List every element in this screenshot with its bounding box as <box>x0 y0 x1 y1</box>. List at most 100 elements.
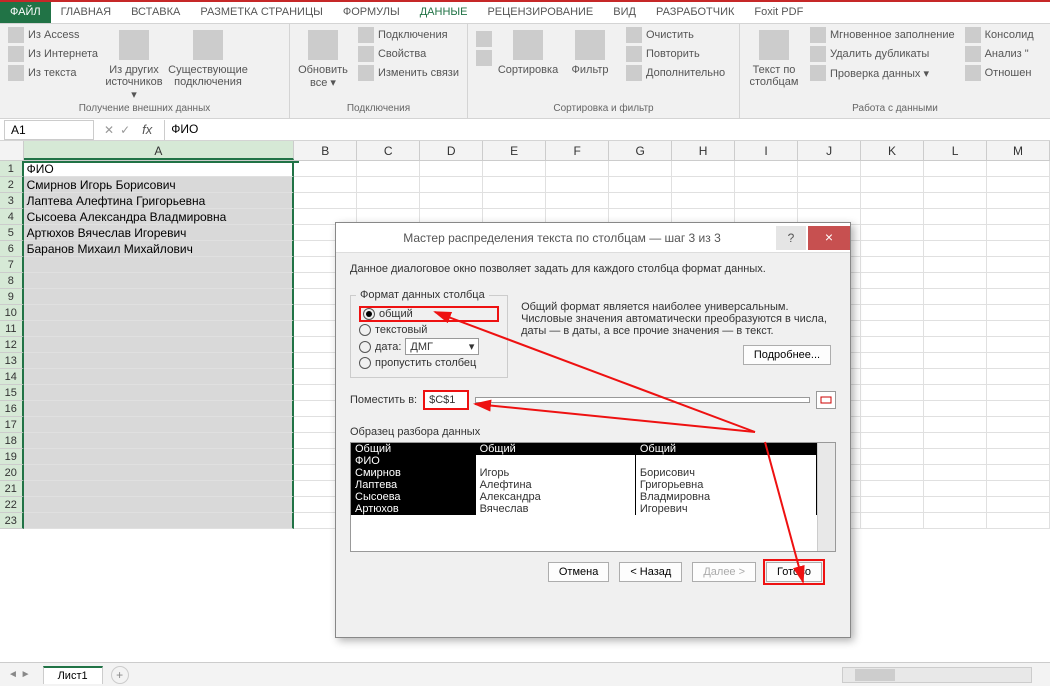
cell[interactable] <box>798 193 861 209</box>
relationships[interactable]: Отношен <box>963 64 1036 82</box>
scroll-thumb[interactable] <box>855 669 895 681</box>
properties[interactable]: Свойства <box>356 45 461 63</box>
cell[interactable] <box>987 513 1050 529</box>
cell[interactable] <box>672 193 735 209</box>
cell[interactable] <box>924 241 987 257</box>
cancel-button[interactable]: Отмена <box>548 562 609 582</box>
row-header[interactable]: 9 <box>0 289 24 305</box>
col-header[interactable]: L <box>924 141 987 160</box>
cell[interactable] <box>987 401 1050 417</box>
radio-skip[interactable]: пропустить столбец <box>359 357 499 369</box>
cell[interactable] <box>24 353 294 369</box>
cell[interactable] <box>24 465 294 481</box>
row-header[interactable]: 5 <box>0 225 24 241</box>
cell[interactable] <box>609 177 672 193</box>
cell[interactable] <box>924 321 987 337</box>
cell[interactable] <box>861 353 924 369</box>
cell[interactable]: Смирнов Игорь Борисович <box>24 177 294 193</box>
edit-links[interactable]: Изменить связи <box>356 64 461 82</box>
cell[interactable] <box>861 209 924 225</box>
cell[interactable] <box>924 401 987 417</box>
cell[interactable] <box>987 449 1050 465</box>
data-validation[interactable]: Проверка данных ▾ <box>808 64 957 82</box>
cell[interactable] <box>861 401 924 417</box>
help-button[interactable]: ? <box>776 226 806 250</box>
col-header[interactable]: J <box>798 141 861 160</box>
cell[interactable] <box>24 257 294 273</box>
row-header[interactable]: 13 <box>0 353 24 369</box>
cell[interactable] <box>987 433 1050 449</box>
cell[interactable] <box>861 241 924 257</box>
cell[interactable] <box>798 161 861 177</box>
row-header[interactable]: 14 <box>0 369 24 385</box>
cell[interactable] <box>24 449 294 465</box>
col-header[interactable]: B <box>294 141 357 160</box>
cell[interactable] <box>357 177 420 193</box>
cell[interactable] <box>546 161 609 177</box>
from-access[interactable]: Из Access <box>6 26 100 44</box>
cell[interactable] <box>357 193 420 209</box>
cell[interactable] <box>861 225 924 241</box>
preview-grid[interactable]: ОбщийОбщийОбщийФИОСмирновИгорьБорисовичЛ… <box>351 443 817 551</box>
cell[interactable] <box>987 305 1050 321</box>
row-header[interactable]: 19 <box>0 449 24 465</box>
whatif[interactable]: Анализ " <box>963 45 1036 63</box>
row-header[interactable]: 18 <box>0 433 24 449</box>
cell[interactable] <box>24 433 294 449</box>
cell[interactable] <box>924 481 987 497</box>
advanced[interactable]: Дополнительно <box>624 64 727 82</box>
cell[interactable] <box>24 337 294 353</box>
cell[interactable] <box>294 193 357 209</box>
cell[interactable] <box>987 225 1050 241</box>
cell[interactable] <box>987 257 1050 273</box>
tab-review[interactable]: РЕЦЕНЗИРОВАНИЕ <box>477 2 603 23</box>
filter[interactable]: Фильтр <box>562 26 618 76</box>
text-to-columns[interactable]: Текст по столбцам <box>746 26 802 88</box>
add-sheet-button[interactable]: + <box>111 666 129 684</box>
cell[interactable] <box>24 401 294 417</box>
col-header[interactable]: I <box>735 141 798 160</box>
cell[interactable] <box>24 385 294 401</box>
row-header[interactable]: 22 <box>0 497 24 513</box>
cell[interactable] <box>24 497 294 513</box>
cell[interactable] <box>861 369 924 385</box>
row-header[interactable]: 2 <box>0 177 24 193</box>
cell[interactable] <box>24 321 294 337</box>
sort-za[interactable] <box>474 49 494 67</box>
cell[interactable] <box>924 305 987 321</box>
row-header[interactable]: 4 <box>0 209 24 225</box>
existing-conn[interactable]: Существующие подключения <box>168 26 248 88</box>
finish-button[interactable]: Готово <box>766 562 822 582</box>
cell[interactable] <box>924 337 987 353</box>
back-button[interactable]: < Назад <box>619 562 682 582</box>
cell[interactable] <box>861 273 924 289</box>
from-text[interactable]: Из текста <box>6 64 100 82</box>
cell[interactable] <box>861 289 924 305</box>
cell[interactable] <box>672 177 735 193</box>
cell[interactable] <box>861 193 924 209</box>
cell[interactable] <box>294 177 357 193</box>
cell[interactable] <box>609 193 672 209</box>
tab-foxit[interactable]: Foxit PDF <box>744 2 813 23</box>
radio-general[interactable]: общий <box>359 306 499 322</box>
col-header[interactable]: K <box>861 141 924 160</box>
cell[interactable] <box>924 225 987 241</box>
cell[interactable] <box>546 177 609 193</box>
consolidate[interactable]: Консолид <box>963 26 1036 44</box>
row-header[interactable]: 20 <box>0 465 24 481</box>
col-header[interactable]: G <box>609 141 672 160</box>
horizontal-scrollbar[interactable] <box>842 667 1032 683</box>
col-header[interactable]: F <box>546 141 609 160</box>
cell[interactable] <box>924 353 987 369</box>
remove-dup[interactable]: Удалить дубликаты <box>808 45 957 63</box>
cell[interactable] <box>483 161 546 177</box>
cell[interactable] <box>735 193 798 209</box>
row-header[interactable]: 6 <box>0 241 24 257</box>
clear-filter[interactable]: Очистить <box>624 26 727 44</box>
cell[interactable]: Лаптева Алефтина Григорьевна <box>24 193 294 209</box>
cell[interactable] <box>924 209 987 225</box>
cell[interactable] <box>861 161 924 177</box>
cell[interactable] <box>924 289 987 305</box>
sheet-tab[interactable]: Лист1 <box>43 666 103 684</box>
cell[interactable] <box>24 513 294 529</box>
